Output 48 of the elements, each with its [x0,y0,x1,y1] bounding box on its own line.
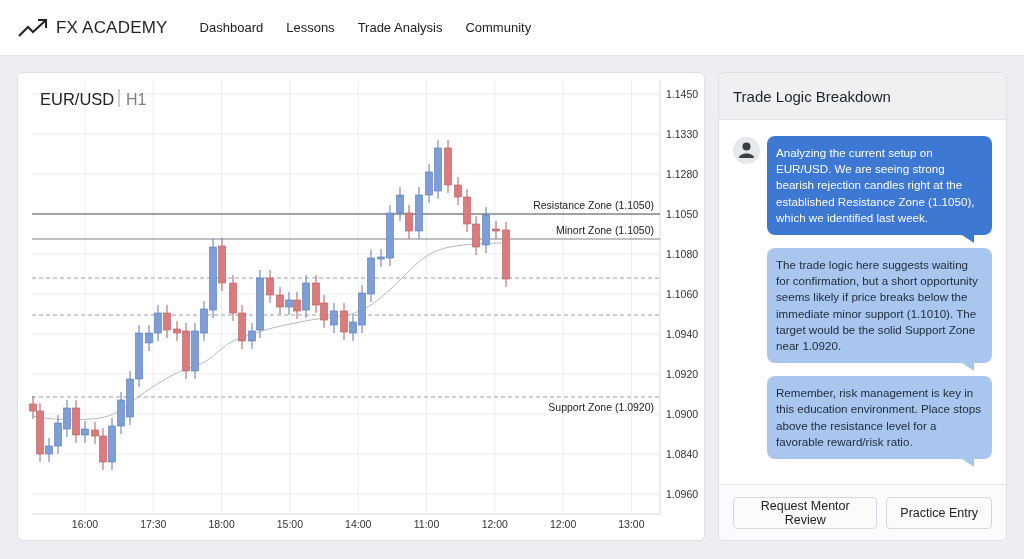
candle [266,269,274,304]
message-bubble: Analyzing the current setup on EUR/USD. We are seeing strong bearish rejection candles right at the established Resistance Zone (1.1050), which we identified last week. [767,136,992,235]
chart-symbol: EUR/USD [40,90,115,108]
avatar-icon [733,137,760,164]
price-axis-label: 1.0940 [666,328,699,340]
zone-label: Support Zone (1.0920) [548,401,654,413]
price-axis-label: 1.0840 [666,448,699,460]
message-bubble: The trade logic here suggests waiting for confirmation, but a short opportunity seems likely if price breaks below the immediate minor support (1.1010). The target would be the solid Support Zone near 1.0920. [767,248,992,364]
price-axis-label: 1.0900 [666,408,699,420]
time-axis-label: 18:00 [208,518,235,530]
price-axis-label: 1.1330 [666,128,699,140]
candle [415,186,423,240]
candle [492,220,500,240]
time-axis-label: 17:30 [140,518,167,530]
nav-link[interactable]: Trade Analysis [357,20,443,35]
time-axis-label: 12:00 [481,518,508,530]
price-axis-label: 1.1450 [666,88,699,100]
time-axis-label: 13:00 [618,518,645,530]
price-axis-label: 1.0960 [666,488,699,500]
panel-title: Trade Logic Breakdown [733,87,891,105]
zone-label: Resistance Zone (1.1050) [533,199,654,211]
time-axis-label: 15:00 [276,518,304,530]
trend-up-icon [18,17,48,38]
price-axis-label: 1.1280 [666,168,699,180]
price-axis-label: 1.1050 [666,208,699,220]
time-axis-label: 14:00 [345,518,372,530]
price-axis-label: 1.0920 [666,368,699,380]
message-bubble: Remember, risk management is key in this education environment. Place stops above the resistance level for a favorable reward/risk ratio. [767,376,992,460]
bubble-tail [962,235,974,243]
time-axis-label: 11:00 [413,518,440,530]
nav-link[interactable]: Lessons [286,20,335,35]
price-axis-label: 1.1060 [666,288,699,300]
time-axis-label: 16:00 [71,518,99,530]
zone-label: Minort Zone (1.1050) [555,224,654,236]
action-button[interactable]: Request Mentor Review [733,496,878,529]
bubble-tail [962,363,974,372]
action-button[interactable]: Practice Entry [886,496,992,529]
candle [482,206,490,254]
timeframe-label: H1 [126,91,147,108]
nav-link[interactable]: Community [465,20,532,35]
candle [330,302,338,334]
candle [444,139,452,194]
candle [502,221,510,288]
nav-link[interactable]: Dashboard [199,20,264,35]
time-axis-label: 12:00 [549,518,577,530]
bubble-tail [962,459,974,468]
price-axis-label: 1.1080 [666,248,699,260]
app-logo-text: FX ACADEMY [56,17,168,38]
